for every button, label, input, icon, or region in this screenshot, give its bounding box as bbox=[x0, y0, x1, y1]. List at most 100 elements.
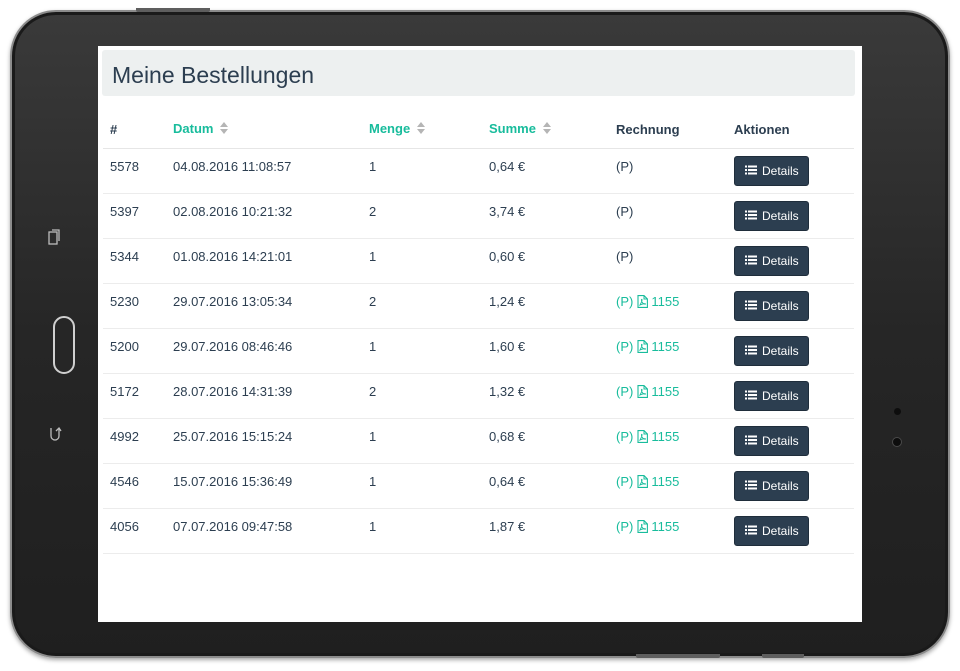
order-invoice-cell: (P) bbox=[609, 238, 727, 284]
front-camera bbox=[893, 438, 901, 446]
invoice-number: 1155 bbox=[651, 474, 680, 489]
order-quantity-cell: 1 bbox=[362, 463, 482, 509]
order-date-cell: 04.08.2016 11:08:57 bbox=[166, 148, 362, 194]
table-row: 5344 01.08.2016 14:21:01 1 0,60 € (P) Details bbox=[103, 238, 854, 284]
order-date: 25.07.2016 15:15:24 bbox=[173, 429, 293, 444]
order-actions-cell: Details bbox=[727, 463, 854, 509]
back-icon[interactable] bbox=[48, 424, 62, 447]
column-header-sum[interactable]: Summe bbox=[482, 110, 609, 149]
order-sum-cell: 1,87 € bbox=[482, 508, 609, 554]
details-button[interactable]: Details bbox=[734, 426, 809, 456]
column-header-actions: Aktionen bbox=[727, 110, 854, 149]
order-invoice-cell: (P) 1155 bbox=[609, 328, 727, 374]
order-date-cell: 29.07.2016 13:05:34 bbox=[166, 283, 362, 329]
order-sum-cell: 0,64 € bbox=[482, 463, 609, 509]
file-pdf-icon bbox=[637, 430, 649, 446]
order-sum: 1,24 € bbox=[489, 294, 526, 309]
order-quantity: 1 bbox=[369, 474, 377, 489]
device-bottom-button-left bbox=[636, 654, 720, 658]
table-row: 5200 29.07.2016 08:46:46 1 1,60 € (P) 1155 Det… bbox=[103, 328, 854, 374]
order-actions-cell: Details bbox=[727, 148, 854, 194]
home-button[interactable] bbox=[53, 316, 75, 374]
list-icon bbox=[745, 209, 757, 223]
order-date: 07.07.2016 09:47:58 bbox=[173, 519, 293, 534]
order-id: 5344 bbox=[110, 249, 139, 264]
invoice-prefix: (P) bbox=[616, 519, 634, 534]
order-id-cell: 5344 bbox=[103, 238, 166, 284]
screen: Meine Bestellungen # Datum Menge Summe R… bbox=[98, 46, 862, 622]
table-body: 5578 04.08.2016 11:08:57 1 0,64 € (P) Details… bbox=[103, 148, 854, 554]
order-date: 02.08.2016 10:21:32 bbox=[173, 204, 293, 219]
device-bottom-button-right bbox=[762, 654, 804, 658]
order-date: 15.07.2016 15:36:49 bbox=[173, 474, 293, 489]
details-button[interactable]: Details bbox=[734, 471, 809, 501]
order-date: 29.07.2016 13:05:34 bbox=[173, 294, 293, 309]
invoice-link[interactable]: (P) 1155 bbox=[616, 329, 679, 356]
column-header-invoice: Rechnung bbox=[609, 110, 727, 149]
invoice-link[interactable]: (P) 1155 bbox=[616, 509, 679, 536]
file-pdf-icon bbox=[637, 295, 649, 311]
invoice-link[interactable]: (P) 1155 bbox=[616, 284, 679, 311]
details-button[interactable]: Details bbox=[734, 381, 809, 411]
list-icon bbox=[745, 389, 757, 403]
details-button[interactable]: Details bbox=[734, 516, 809, 546]
details-button[interactable]: Details bbox=[734, 201, 809, 231]
invoice-prefix: (P) bbox=[616, 249, 634, 264]
details-label: Details bbox=[762, 344, 799, 358]
invoice-link[interactable]: (P) 1155 bbox=[616, 374, 679, 401]
order-date-cell: 07.07.2016 09:47:58 bbox=[166, 508, 362, 554]
order-id-cell: 4546 bbox=[103, 463, 166, 509]
order-date-cell: 02.08.2016 10:21:32 bbox=[166, 193, 362, 239]
order-actions-cell: Details bbox=[727, 373, 854, 419]
details-label: Details bbox=[762, 524, 799, 538]
details-button[interactable]: Details bbox=[734, 291, 809, 321]
order-id: 5230 bbox=[110, 294, 139, 309]
order-invoice-cell: (P) 1155 bbox=[609, 508, 727, 554]
invoice-number: 1155 bbox=[651, 429, 680, 444]
order-id-cell: 5578 bbox=[103, 148, 166, 194]
order-sum-cell: 0,64 € bbox=[482, 148, 609, 194]
details-button[interactable]: Details bbox=[734, 156, 809, 186]
order-date: 01.08.2016 14:21:01 bbox=[173, 249, 293, 264]
order-invoice-cell: (P) bbox=[609, 193, 727, 239]
details-button[interactable]: Details bbox=[734, 336, 809, 366]
details-label: Details bbox=[762, 209, 799, 223]
details-label: Details bbox=[762, 254, 799, 268]
device-top-button bbox=[136, 8, 210, 12]
order-sum: 0,68 € bbox=[489, 429, 526, 444]
list-icon bbox=[745, 254, 757, 268]
order-id-cell: 5397 bbox=[103, 193, 166, 239]
invoice-link[interactable]: (P) 1155 bbox=[616, 464, 679, 491]
order-sum: 0,64 € bbox=[489, 474, 526, 489]
order-invoice-cell: (P) bbox=[609, 148, 727, 194]
order-id: 5172 bbox=[110, 384, 139, 399]
order-quantity: 1 bbox=[369, 429, 377, 444]
details-button[interactable]: Details bbox=[734, 246, 809, 276]
order-id: 4056 bbox=[110, 519, 139, 534]
order-quantity-cell: 2 bbox=[362, 283, 482, 329]
order-id: 5397 bbox=[110, 204, 139, 219]
page-header: Meine Bestellungen bbox=[102, 50, 855, 96]
order-sum: 1,87 € bbox=[489, 519, 526, 534]
order-sum-cell: 3,74 € bbox=[482, 193, 609, 239]
column-header-date[interactable]: Datum bbox=[166, 110, 362, 149]
order-id: 4546 bbox=[110, 474, 139, 489]
column-header-quantity[interactable]: Menge bbox=[362, 110, 482, 149]
order-sum-cell: 0,68 € bbox=[482, 418, 609, 464]
order-quantity: 1 bbox=[369, 519, 377, 534]
invoice-prefix: (P) bbox=[616, 474, 634, 489]
recent-apps-icon[interactable] bbox=[47, 228, 61, 251]
invoice-number: 1155 bbox=[651, 294, 680, 309]
order-quantity: 1 bbox=[369, 339, 377, 354]
order-quantity-cell: 1 bbox=[362, 148, 482, 194]
invoice-link[interactable]: (P) 1155 bbox=[616, 419, 679, 446]
table-row: 5578 04.08.2016 11:08:57 1 0,64 € (P) Details bbox=[103, 148, 854, 194]
order-actions-cell: Details bbox=[727, 508, 854, 554]
list-icon bbox=[745, 434, 757, 448]
details-label: Details bbox=[762, 434, 799, 448]
invoice-prefix: (P) bbox=[616, 384, 634, 399]
list-icon bbox=[745, 164, 757, 178]
file-pdf-icon bbox=[637, 340, 649, 356]
order-sum: 0,60 € bbox=[489, 249, 526, 264]
order-sum-cell: 0,60 € bbox=[482, 238, 609, 284]
